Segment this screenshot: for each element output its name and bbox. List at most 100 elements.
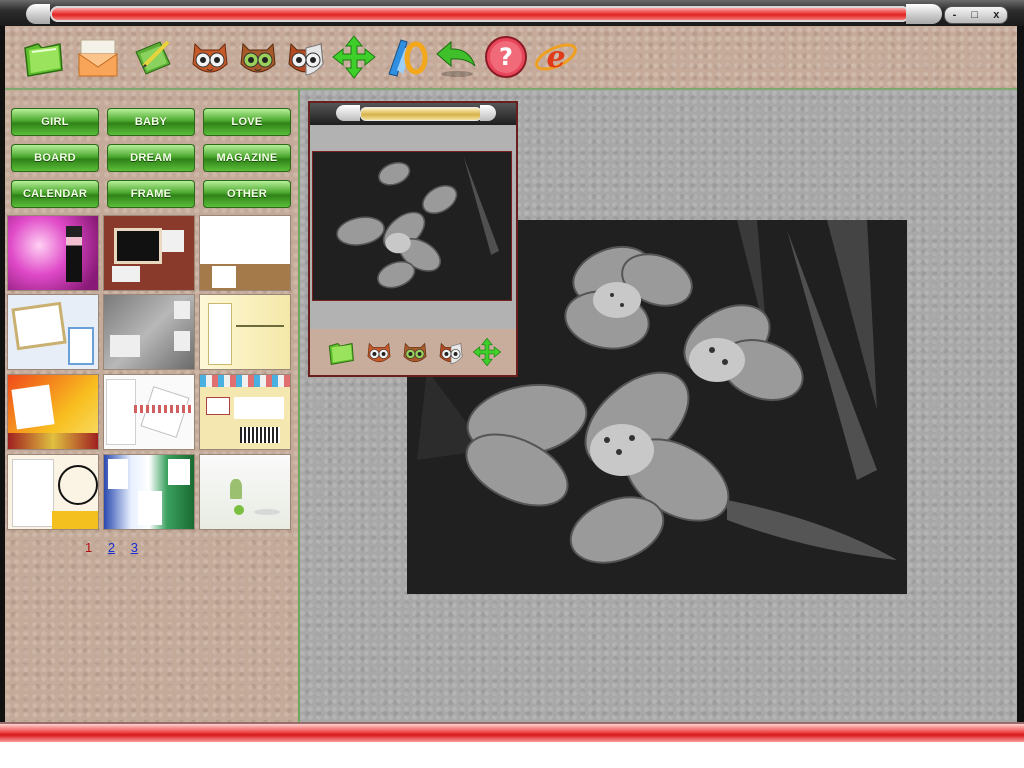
page-3-link[interactable]: 3 xyxy=(131,540,138,555)
paint-tools-icon xyxy=(388,39,428,77)
photo-slot xyxy=(168,459,190,485)
bottom-status-bar xyxy=(0,722,1024,742)
pattern-header xyxy=(200,375,290,387)
owl-face-green-icon xyxy=(403,342,427,363)
template-thumbnail[interactable] xyxy=(199,374,291,450)
preview-title-cap-left xyxy=(336,105,360,121)
owl-face-green-icon xyxy=(240,42,276,73)
owl-button-1[interactable] xyxy=(187,34,233,80)
photo-frame-app: - □ x ? e GIRL BABY LOVE BOARD DREAM MAG… xyxy=(0,0,1024,742)
category-girl-button[interactable]: GIRL xyxy=(11,108,99,136)
preview-move-button[interactable] xyxy=(472,337,502,367)
stripe-decoration xyxy=(134,405,194,413)
owl-face-half-icon xyxy=(288,42,324,76)
template-thumbnail[interactable] xyxy=(7,294,99,370)
preview-title-cap-right xyxy=(480,105,496,121)
photo-slot xyxy=(11,301,67,351)
move-arrows-icon xyxy=(332,35,376,79)
move-button[interactable] xyxy=(331,34,377,80)
owl-face-icon xyxy=(192,42,228,73)
category-baby-button[interactable]: BABY xyxy=(107,108,195,136)
main-toolbar: ? e xyxy=(5,26,1017,90)
browser-button[interactable]: e xyxy=(533,34,579,80)
undo-arrow-icon xyxy=(436,40,476,77)
title-bar[interactable]: - □ x xyxy=(0,0,1024,26)
preview-owl-button-2[interactable] xyxy=(400,337,430,367)
template-thumbnail[interactable] xyxy=(103,294,195,370)
close-button[interactable]: x xyxy=(993,9,999,21)
photo-slot xyxy=(108,459,128,489)
photo-slot xyxy=(206,397,230,415)
template-thumbnail[interactable] xyxy=(7,374,99,450)
template-thumbnail[interactable] xyxy=(103,454,195,530)
title-bar-cap-left xyxy=(26,4,50,24)
template-thumbnail[interactable] xyxy=(199,215,291,291)
photo-slot xyxy=(106,379,136,445)
svg-text:?: ? xyxy=(499,43,513,71)
help-icon: ? xyxy=(485,36,527,78)
photo-slot xyxy=(174,331,190,351)
title-bar-track xyxy=(50,6,910,22)
open-folder-icon xyxy=(24,43,63,77)
preview-toolbar xyxy=(310,329,516,375)
category-dream-button[interactable]: DREAM xyxy=(107,144,195,172)
ferris-wheel xyxy=(58,465,98,505)
minimize-button[interactable]: - xyxy=(953,9,957,21)
photo-slot xyxy=(114,228,162,264)
template-thumbnail[interactable] xyxy=(103,374,195,450)
preview-folder-button[interactable] xyxy=(326,337,356,367)
title-bar-cap-right xyxy=(906,4,942,24)
internet-explorer-icon: e xyxy=(535,40,577,75)
photo-slot xyxy=(174,301,190,319)
help-button[interactable]: ? xyxy=(483,34,529,80)
folder-icon xyxy=(328,342,354,365)
window-controls: - □ x xyxy=(944,6,1008,24)
editing-canvas[interactable] xyxy=(300,90,1017,722)
photo-slot xyxy=(138,491,162,525)
category-other-button[interactable]: OTHER xyxy=(203,180,291,208)
preview-window[interactable] xyxy=(308,101,518,377)
edit-button[interactable] xyxy=(130,34,176,80)
ribbon-border xyxy=(8,433,98,449)
preview-owl-button-3[interactable] xyxy=(436,337,466,367)
svg-text:e: e xyxy=(546,40,565,75)
category-magazine-button[interactable]: MAGAZINE xyxy=(203,144,291,172)
photo-slot xyxy=(212,266,236,288)
pagination: 1 2 3 xyxy=(85,540,150,555)
category-love-button[interactable]: LOVE xyxy=(203,108,291,136)
template-thumbnail[interactable] xyxy=(103,215,195,291)
window-frame-right xyxy=(1017,26,1024,740)
preview-title-bar[interactable] xyxy=(310,103,516,125)
move-arrows-icon xyxy=(472,337,502,367)
owl-face-icon xyxy=(367,342,391,363)
template-browser-panel: GIRL BABY LOVE BOARD DREAM MAGAZINE CALE… xyxy=(5,90,300,722)
template-thumbnail[interactable] xyxy=(7,454,99,530)
template-thumbnail[interactable] xyxy=(7,215,99,291)
photo-slot xyxy=(208,303,232,365)
plate-decoration xyxy=(254,509,280,515)
template-thumbnail[interactable] xyxy=(199,454,291,530)
owl-button-2[interactable] xyxy=(235,34,281,80)
preview-owl-button-1[interactable] xyxy=(364,337,394,367)
barcode-decoration xyxy=(240,427,280,443)
photo-slot xyxy=(234,397,284,419)
page-2-link[interactable]: 2 xyxy=(108,540,115,555)
photo-slot xyxy=(110,335,140,357)
photo-slot xyxy=(112,266,140,282)
envelope-icon xyxy=(78,39,118,77)
vase-decoration xyxy=(230,479,242,499)
envelope-button[interactable] xyxy=(75,34,121,80)
undo-button[interactable] xyxy=(433,34,479,80)
apple-decoration xyxy=(234,505,244,515)
category-frame-button[interactable]: FRAME xyxy=(107,180,195,208)
photo-slot xyxy=(12,459,54,527)
ground-strip xyxy=(52,511,98,529)
template-thumbnail[interactable] xyxy=(199,294,291,370)
open-folder-button[interactable] xyxy=(20,34,66,80)
girl-figure xyxy=(66,226,82,282)
category-calendar-button[interactable]: CALENDAR xyxy=(11,180,99,208)
maximize-button[interactable]: □ xyxy=(971,9,978,21)
category-board-button[interactable]: BOARD xyxy=(11,144,99,172)
paint-tools-button[interactable] xyxy=(383,34,429,80)
owl-button-3[interactable] xyxy=(283,34,329,80)
